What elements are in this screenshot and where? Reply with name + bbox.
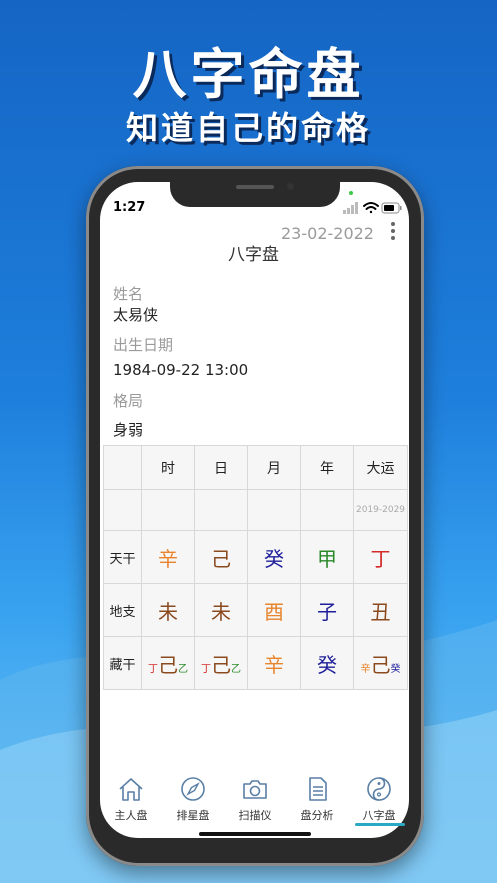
hidden-stem-char: 己 xyxy=(370,652,391,677)
privacy-indicator xyxy=(349,191,353,195)
battery-icon xyxy=(381,202,402,214)
front-camera xyxy=(287,183,294,190)
hidden-stem-char: 己 xyxy=(158,652,178,677)
tab-owner-chart[interactable]: 主人盘 xyxy=(100,772,162,823)
active-tab-indicator xyxy=(355,823,405,826)
stem-cell: 甲 xyxy=(300,530,354,584)
branch-cell: 未 xyxy=(141,583,195,637)
date-label: 23-02-2022 xyxy=(281,224,374,243)
tab-star-chart[interactable]: 排星盘 xyxy=(162,772,224,823)
column-header-day: 日 xyxy=(194,445,248,490)
document-icon xyxy=(309,777,327,801)
stem-char: 丁 xyxy=(370,546,391,571)
table-cell xyxy=(300,489,354,531)
table-row-range: 2019-2029 xyxy=(103,489,408,531)
table-cell xyxy=(247,489,301,531)
hidden-stem-char: 癸 xyxy=(317,652,337,677)
tab-bazi-chart[interactable]: 八字盘 xyxy=(348,772,410,823)
row-label: 藏干 xyxy=(103,636,142,690)
table-corner-cell xyxy=(103,445,142,490)
hidden-stem-cell: 癸 xyxy=(300,636,354,690)
stem-char: 辛 xyxy=(158,546,178,571)
branch-cell: 丑 xyxy=(353,583,408,637)
promo-headline: 八字命盘 xyxy=(132,43,365,106)
name-value: 太易侠 xyxy=(113,306,159,324)
branch-char: 未 xyxy=(158,599,178,624)
stem-cell: 丁 xyxy=(353,530,408,584)
table-row-heavenly-stems: 天干 辛 己 癸 甲 丁 xyxy=(103,530,408,584)
column-header-dayun: 大运 xyxy=(353,445,408,490)
bazi-table: 时 日 月 年 大运 2019-2029 天干 辛 己 癸 甲 丁 地支 未 未… xyxy=(103,445,408,690)
branch-cell: 子 xyxy=(300,583,354,637)
stem-cell: 己 xyxy=(194,530,248,584)
hidden-stem-char: 辛 xyxy=(360,663,371,675)
row-label: 地支 xyxy=(103,583,142,637)
pattern-value: 身弱 xyxy=(113,421,144,439)
table-header-row: 时 日 月 年 大运 xyxy=(103,445,408,490)
page-title: 八字盘 xyxy=(228,245,279,265)
phone-speaker xyxy=(236,185,274,189)
branch-cell: 未 xyxy=(194,583,248,637)
stem-char: 癸 xyxy=(264,546,284,571)
branch-char: 子 xyxy=(317,599,337,624)
hidden-stem-cell: 辛 xyxy=(247,636,301,690)
promo-subheadline: 知道自己的命格 xyxy=(125,109,371,147)
tab-chart-analysis[interactable]: 盘分析 xyxy=(286,772,348,823)
hidden-stem-cell: 丁己乙 xyxy=(141,636,195,690)
hidden-stem-char: 癸 xyxy=(390,663,401,675)
compass-icon xyxy=(181,777,205,801)
hidden-stem-char: 丁 xyxy=(148,663,158,675)
hidden-stem-char: 辛 xyxy=(264,652,284,677)
pattern-label: 格局 xyxy=(113,392,144,410)
hidden-stem-char: 乙 xyxy=(178,663,188,675)
yin-yang-icon xyxy=(367,777,391,801)
tab-scanner[interactable]: 扫描仪 xyxy=(224,772,286,823)
house-icon xyxy=(119,778,143,801)
table-cell xyxy=(103,489,142,531)
branch-char: 丑 xyxy=(370,599,391,624)
more-options-icon[interactable] xyxy=(387,222,399,242)
branch-cell: 酉 xyxy=(247,583,301,637)
hidden-stem-char: 丁 xyxy=(201,663,211,675)
hidden-stem-cell: 丁己乙 xyxy=(194,636,248,690)
stem-cell: 癸 xyxy=(247,530,301,584)
tab-label: 排星盘 xyxy=(176,809,210,822)
wifi-icon xyxy=(363,202,379,214)
table-row-hidden-stems: 藏干 丁己乙 丁己乙 辛 癸 辛己癸 xyxy=(103,636,408,690)
stem-char: 己 xyxy=(211,546,231,571)
dayun-range-cell[interactable]: 2019-2029 xyxy=(353,489,408,531)
table-row-earthly-branches: 地支 未 未 酉 子 丑 xyxy=(103,583,408,637)
tab-label: 盘分析 xyxy=(300,809,334,822)
hidden-stem-char: 乙 xyxy=(231,663,241,675)
stem-char: 甲 xyxy=(317,546,337,571)
stem-cell: 辛 xyxy=(141,530,195,584)
status-time: 1:27 xyxy=(113,200,146,215)
name-label: 姓名 xyxy=(113,285,144,303)
birth-date-value: 1984-09-22 13:00 xyxy=(113,361,249,379)
tab-label: 八字盘 xyxy=(362,809,396,822)
column-header-year: 年 xyxy=(300,445,354,490)
table-cell xyxy=(194,489,248,531)
hidden-stem-cell: 辛己癸 xyxy=(353,636,408,690)
birth-date-label: 出生日期 xyxy=(113,336,174,354)
signal-icon xyxy=(343,202,358,214)
column-header-hour: 时 xyxy=(141,445,195,490)
hidden-stem-char: 己 xyxy=(211,652,231,677)
column-header-month: 月 xyxy=(247,445,301,490)
status-icons xyxy=(343,202,402,214)
tab-label: 扫描仪 xyxy=(238,809,272,822)
table-cell xyxy=(141,489,195,531)
row-label: 天干 xyxy=(103,530,142,584)
home-indicator xyxy=(199,832,311,836)
branch-char: 未 xyxy=(211,599,231,624)
branch-char: 酉 xyxy=(264,599,284,624)
camera-icon xyxy=(243,780,267,799)
tab-label: 主人盘 xyxy=(114,809,148,822)
